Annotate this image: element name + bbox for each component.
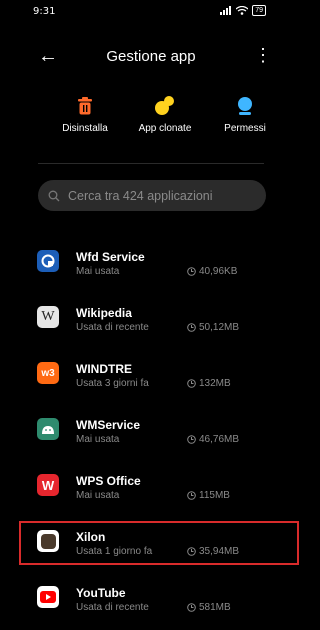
clock-icon bbox=[187, 435, 196, 444]
app-manager-screen: 9:31 79 ← Gestione app ⋮ Disinstalla App… bbox=[0, 0, 302, 623]
list-item-wps-office[interactable]: W WPS Office Mai usata 115MB bbox=[30, 462, 270, 518]
app-size-value: 40,96KB bbox=[199, 266, 238, 277]
wikipedia-icon: W bbox=[37, 306, 59, 328]
battery-icon: 79 bbox=[252, 5, 266, 16]
youtube-icon bbox=[37, 586, 59, 608]
windtre-icon: w3 bbox=[37, 362, 59, 384]
clock-icon bbox=[187, 491, 196, 500]
app-name: WMService bbox=[76, 418, 141, 432]
app-size: 115MB bbox=[187, 490, 230, 501]
cloned-apps-label: App clonate bbox=[138, 123, 192, 134]
shield-person-icon bbox=[238, 97, 252, 115]
app-usage: Usata di recente bbox=[76, 602, 149, 613]
app-name: WPS Office bbox=[76, 474, 141, 488]
search-input[interactable] bbox=[66, 187, 260, 204]
app-size-value: 581MB bbox=[199, 602, 231, 613]
clock-icon bbox=[187, 267, 196, 276]
actions-row: Disinstalla App clonate Permessi bbox=[50, 92, 280, 142]
cloned-apps-button[interactable]: App clonate bbox=[130, 92, 200, 142]
search-bar[interactable] bbox=[38, 180, 266, 211]
app-usage: Mai usata bbox=[76, 266, 120, 277]
trash-icon bbox=[78, 97, 92, 115]
app-name: Wfd Service bbox=[76, 250, 145, 264]
list-item-wfd-service[interactable]: Wfd Service Mai usata 40,96KB bbox=[30, 238, 270, 294]
selection-highlight bbox=[19, 521, 299, 565]
permissions-label: Permessi bbox=[224, 123, 266, 134]
app-size-value: 115MB bbox=[199, 490, 230, 501]
app-size-value: 46,76MB bbox=[199, 434, 240, 445]
app-size: 132MB bbox=[187, 378, 231, 389]
search-icon bbox=[48, 190, 60, 201]
wps-office-icon: W bbox=[37, 474, 59, 496]
clock-icon bbox=[187, 323, 196, 332]
list-item-youtube[interactable]: YouTube Usata di recente 581MB bbox=[30, 574, 270, 630]
app-usage: Mai usata bbox=[76, 490, 120, 501]
app-name: Wikipedia bbox=[76, 306, 132, 320]
status-bar: 9:31 79 bbox=[0, 0, 302, 22]
app-size: 40,96KB bbox=[187, 266, 237, 277]
list-item-windtre[interactable]: w3 WINDTRE Usata 3 giorni fa 132MB bbox=[30, 350, 270, 406]
app-list: Wfd Service Mai usata 40,96KB W Wikipedi… bbox=[30, 238, 270, 630]
clock-icon bbox=[187, 603, 196, 612]
wifi-icon bbox=[236, 6, 249, 15]
clone-icon bbox=[155, 96, 174, 115]
status-time: 9:31 bbox=[33, 6, 56, 17]
app-size-value: 132MB bbox=[199, 378, 231, 389]
permissions-button[interactable]: Permessi bbox=[210, 92, 280, 142]
signal-icon bbox=[220, 6, 232, 15]
app-name: YouTube bbox=[76, 586, 126, 600]
list-item-wmservice[interactable]: WMService Mai usata 46,76MB bbox=[30, 406, 270, 462]
uninstall-label: Disinstalla bbox=[62, 123, 108, 134]
list-item-wikipedia[interactable]: W Wikipedia Usata di recente 50,12MB bbox=[30, 294, 270, 350]
status-icons: 79 bbox=[220, 5, 266, 16]
android-icon bbox=[37, 418, 59, 440]
app-size: 581MB bbox=[187, 602, 231, 613]
app-usage: Usata di recente bbox=[76, 322, 149, 333]
app-usage: Usata 3 giorni fa bbox=[76, 378, 149, 389]
divider bbox=[38, 163, 264, 164]
more-options-icon[interactable]: ⋮ bbox=[254, 46, 272, 64]
app-size: 50,12MB bbox=[187, 322, 239, 333]
app-size: 46,76MB bbox=[187, 434, 239, 445]
uninstall-button[interactable]: Disinstalla bbox=[50, 92, 120, 142]
wfd-service-icon bbox=[37, 250, 59, 272]
app-usage: Mai usata bbox=[76, 434, 120, 445]
app-size-value: 50,12MB bbox=[199, 322, 240, 333]
top-bar: ← Gestione app ⋮ bbox=[0, 40, 302, 74]
app-name: WINDTRE bbox=[76, 362, 132, 376]
clock-icon bbox=[187, 379, 196, 388]
